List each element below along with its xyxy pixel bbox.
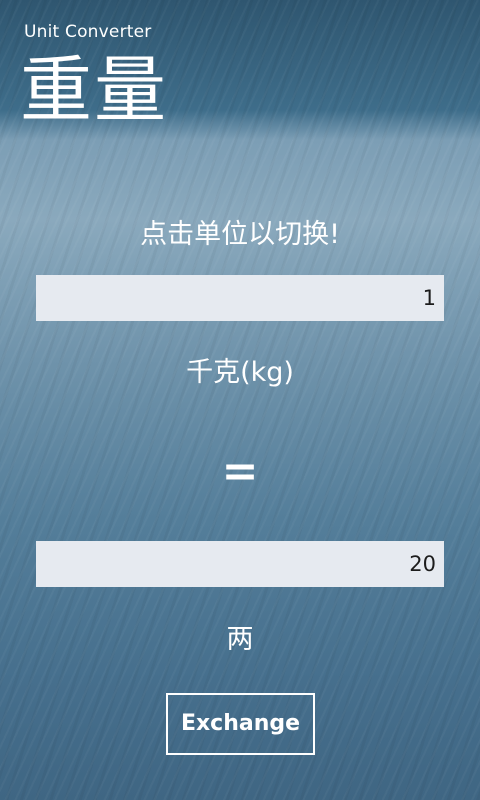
exchange-button[interactable]: Exchange (166, 693, 315, 755)
from-value-field[interactable]: 1 (36, 275, 444, 321)
to-value-field[interactable]: 20 (36, 541, 444, 587)
app-title: Unit Converter (24, 22, 152, 42)
equals-sign: = (221, 446, 259, 497)
switch-unit-hint: 点击单位以切换! (140, 219, 340, 250)
from-unit-selector[interactable]: 千克(kg) (0, 350, 480, 389)
page-title: 重量 (20, 48, 169, 132)
to-unit-selector[interactable]: 两 (0, 617, 480, 656)
